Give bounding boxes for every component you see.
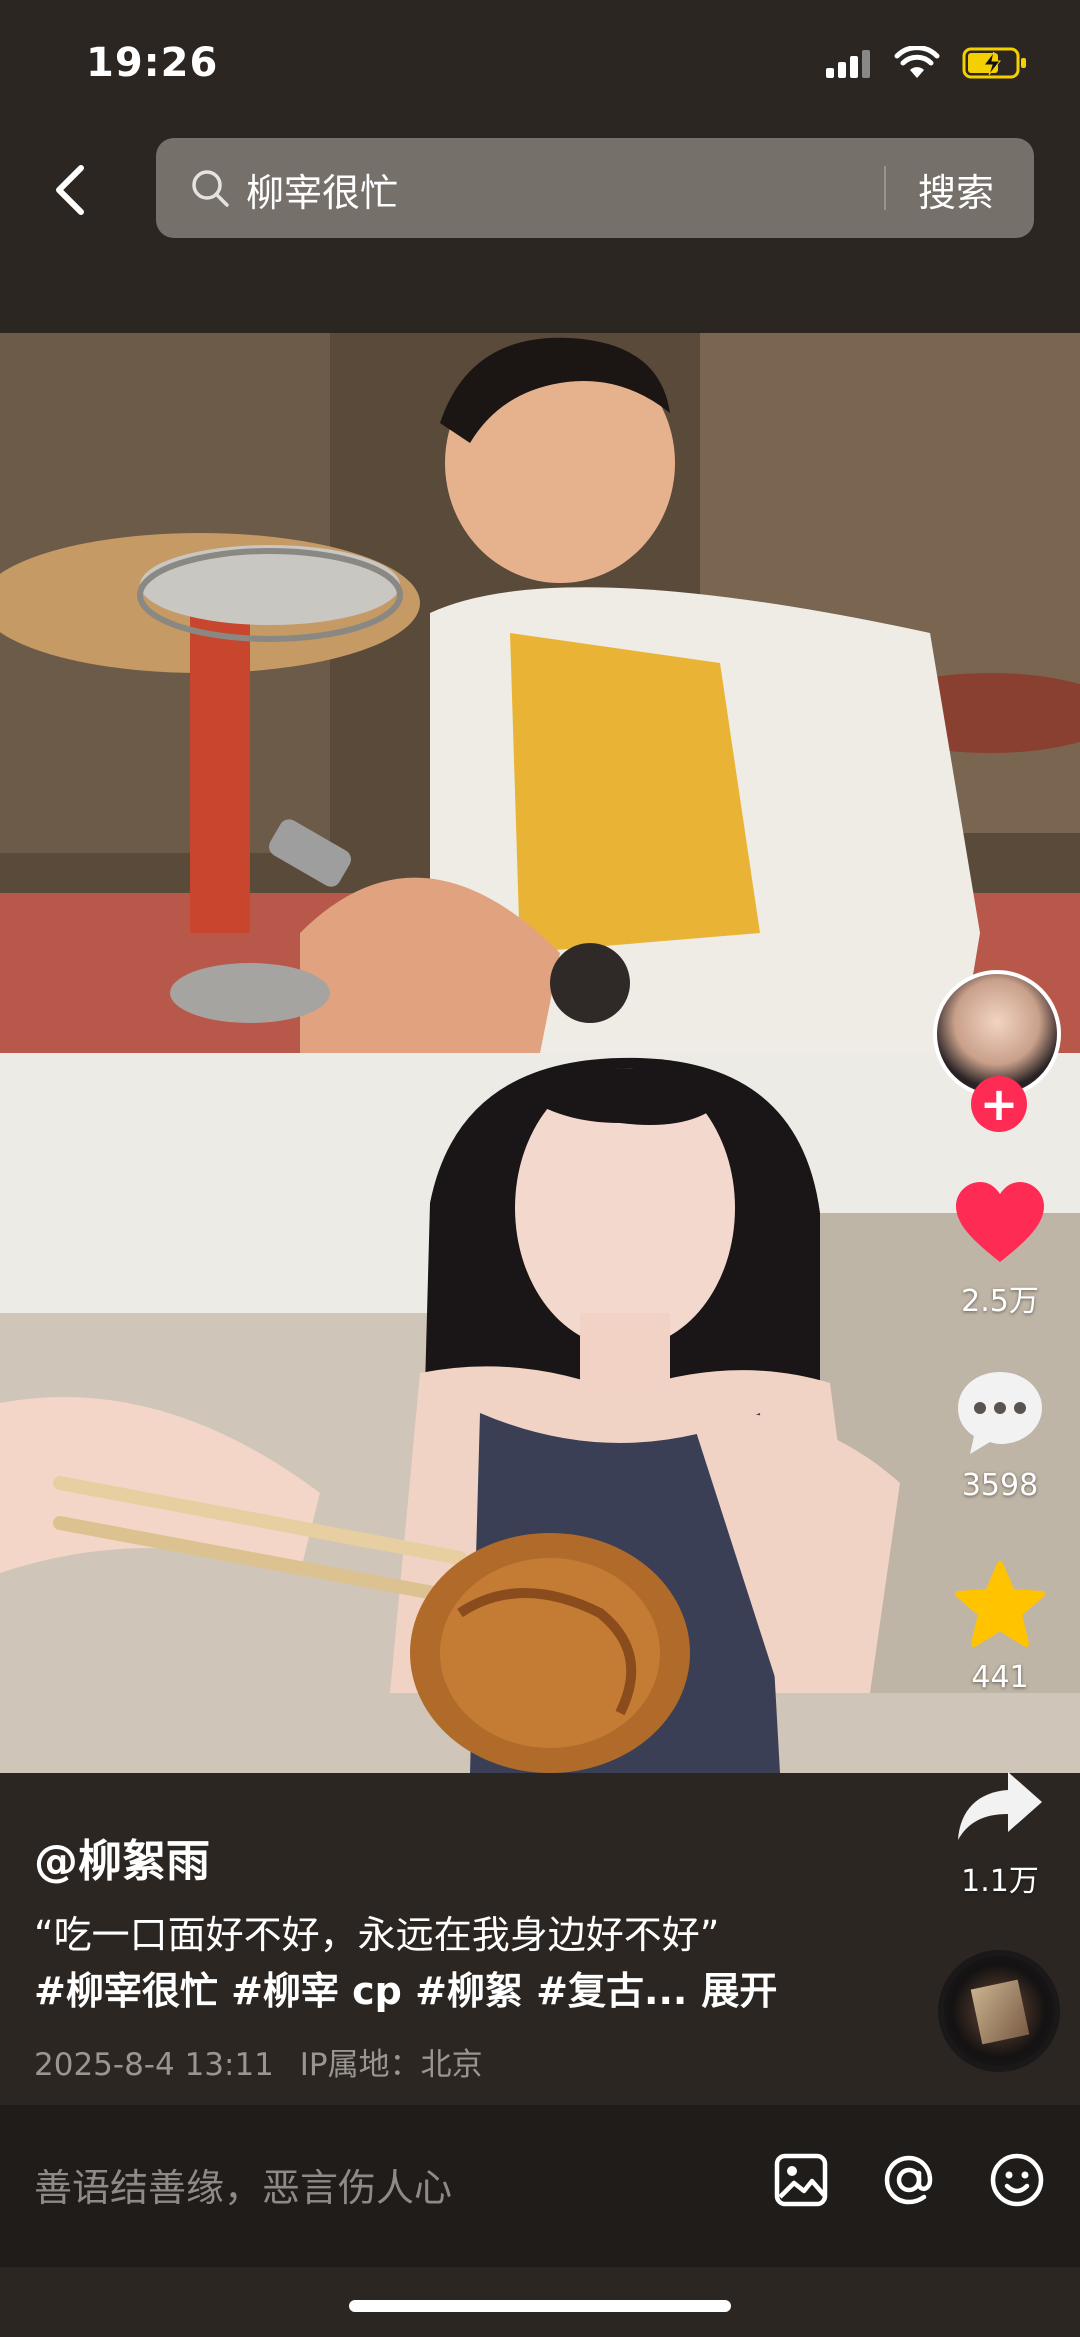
status-icons (826, 46, 1028, 80)
heart-icon[interactable] (952, 1180, 1048, 1266)
image-icon[interactable] (772, 2151, 830, 2209)
post-location: IP属地：北京 (299, 2047, 483, 2083)
comment-bar: 善语结善缘，恶言伤人心 (0, 2105, 1080, 2267)
video-player[interactable] (0, 333, 1080, 1773)
like-action[interactable]: 2.5万 (930, 1180, 1070, 1320)
status-time: 19:26 (86, 40, 219, 86)
video-frame-top-art (0, 333, 1080, 1053)
comment-count: 3598 (961, 1468, 1039, 1503)
post-meta: 2025-8-4 13:11 IP属地：北京 (34, 2039, 483, 2084)
comment-tools (772, 2151, 1046, 2209)
emoji-icon[interactable] (988, 2151, 1046, 2209)
comment-icon[interactable] (952, 1368, 1048, 1458)
status-bar: 19:26 (0, 0, 1080, 130)
comment-action[interactable]: 3598 (930, 1368, 1070, 1503)
music-disc[interactable] (938, 1950, 1060, 2072)
wifi-icon (894, 46, 940, 78)
hashtags[interactable]: #柳宰很忙 #柳宰 cp #柳絮 #复古... (34, 1969, 687, 2013)
back-button[interactable] (40, 160, 100, 220)
search-divider (884, 166, 886, 210)
mention-icon[interactable] (880, 2151, 938, 2209)
battery-charging-icon (962, 47, 1026, 79)
creator-avatar-group: + (933, 970, 1069, 1140)
post-date: 2025-8-4 13:11 (34, 2047, 274, 2083)
comment-input[interactable]: 善语结善缘，恶言伤人心 (34, 2157, 452, 2212)
search-row: 柳宰很忙 搜索 (0, 138, 1080, 238)
search-box[interactable]: 柳宰很忙 搜索 (156, 138, 1034, 238)
caption-text: “吃一口面好不好，永远在我身边好不好” (34, 1913, 720, 1957)
hashtag-line: #柳宰很忙 #柳宰 cp #柳絮 #复古... 展开 (34, 1963, 934, 2019)
favorite-count: 441 (971, 1660, 1029, 1695)
search-input[interactable]: 柳宰很忙 (246, 162, 398, 217)
back-arrow-icon (56, 165, 84, 215)
expand-button[interactable]: 展开 (701, 1969, 777, 2013)
video-frame-bottom (0, 1053, 1080, 1773)
favorite-action[interactable]: 441 (930, 1560, 1070, 1695)
video-frame-top (0, 333, 1080, 1053)
caption-area: @柳絮雨 “吃一口面好不好，永远在我身边好不好” #柳宰很忙 #柳宰 cp #柳… (0, 1773, 1080, 2103)
search-icon (192, 170, 229, 207)
home-indicator[interactable] (349, 2300, 731, 2312)
post-description: “吃一口面好不好，永远在我身边好不好” #柳宰很忙 #柳宰 cp #柳絮 #复古… (34, 1907, 934, 2019)
signal-icon (826, 50, 870, 78)
search-button[interactable]: 搜索 (918, 162, 994, 217)
star-icon[interactable] (952, 1560, 1048, 1650)
like-count: 2.5万 (961, 1284, 1039, 1319)
follow-button[interactable]: + (971, 1076, 1027, 1132)
author-name[interactable]: @柳絮雨 (34, 1825, 210, 1889)
video-frame-bottom-art (0, 1053, 1080, 1773)
plus-icon: + (979, 1077, 1019, 1131)
